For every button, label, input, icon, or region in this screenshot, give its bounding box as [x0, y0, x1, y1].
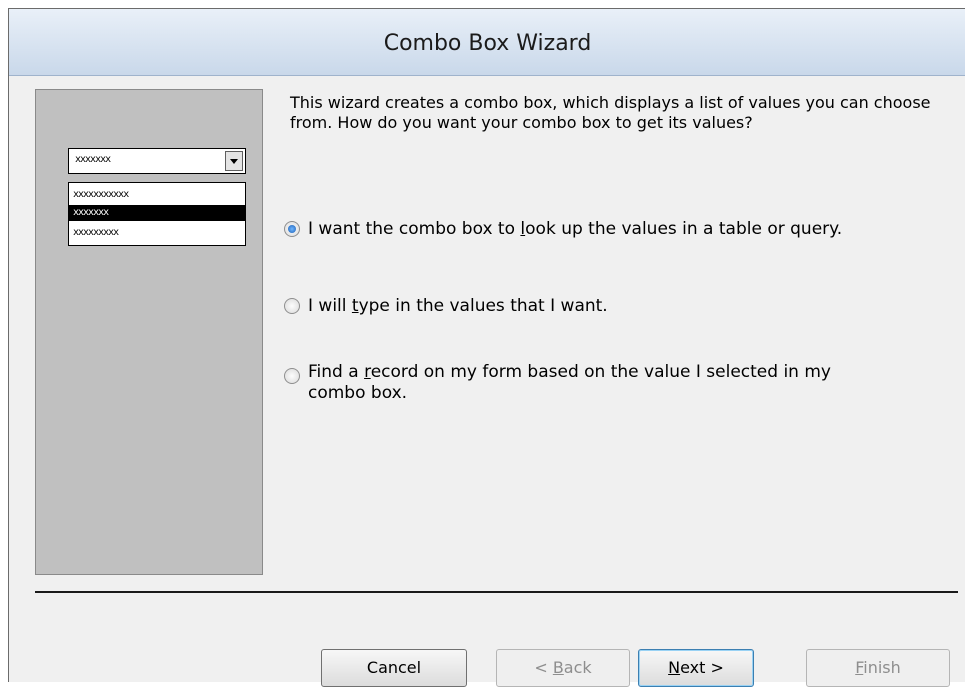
option-label: I will type in the values that I want.	[308, 296, 608, 316]
window-title: Combo Box Wizard	[383, 31, 592, 56]
preview-combo-value: xxxxxxx	[75, 154, 111, 165]
wizard-window: Combo Box Wizard xxxxxxx xxxxxxxxxxx xxx…	[8, 8, 965, 687]
preview-dropdown-list: xxxxxxxxxxx xxxxxxx xxxxxxxxx	[68, 182, 246, 246]
option-label: Find a record on my form based on the va…	[308, 362, 831, 403]
radio-lookup-table[interactable]	[284, 221, 300, 237]
preview-combo-box: xxxxxxx	[68, 148, 246, 174]
cancel-button[interactable]: Cancel	[321, 649, 467, 687]
radio-type-values[interactable]	[284, 298, 300, 314]
preview-list-item: xxxxxxxxxxx	[73, 189, 129, 200]
next-button[interactable]: Next >	[638, 649, 754, 687]
option-label: I want the combo box to look up the valu…	[308, 219, 843, 239]
chevron-down-icon	[225, 151, 243, 171]
preview-list-item: xxxxxxxxx	[73, 227, 119, 238]
title-bar: Combo Box Wizard	[9, 9, 965, 76]
intro-text: This wizard creates a combo box, which d…	[290, 93, 931, 132]
back-button[interactable]: < Back	[496, 649, 630, 687]
finish-button[interactable]: Finish	[806, 649, 950, 687]
preview-panel: xxxxxxx xxxxxxxxxxx xxxxxxx xxxxxxxxx	[35, 89, 263, 575]
separator	[35, 591, 958, 593]
radio-find-record[interactable]	[284, 368, 300, 384]
preview-list-item-selected: xxxxxxx	[69, 205, 245, 221]
